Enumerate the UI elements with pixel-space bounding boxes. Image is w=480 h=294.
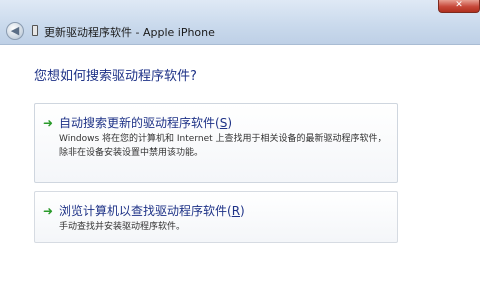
option-accelerator-key: R bbox=[231, 204, 241, 218]
option-title-end: ) bbox=[227, 116, 232, 130]
option-browse-computer-title: 浏览计算机以查找驱动程序软件(R) bbox=[59, 202, 245, 219]
option-auto-search[interactable]: ➜ 自动搜索更新的驱动程序软件(S) Windows 将在您的计算机和 Inte… bbox=[34, 103, 398, 183]
green-arrow-icon: ➜ bbox=[43, 116, 54, 130]
option-auto-search-title: 自动搜索更新的驱动程序软件(S) bbox=[59, 114, 232, 131]
phone-icon bbox=[32, 25, 38, 36]
option-title-end: ) bbox=[240, 204, 245, 218]
close-button[interactable]: ✕ bbox=[438, 0, 480, 13]
option-browse-computer[interactable]: ➜ 浏览计算机以查找驱动程序软件(R) 手动查找并安装驱动程序软件。 bbox=[34, 191, 398, 243]
option-title-text: 自动搜索更新的驱动程序软件( bbox=[59, 116, 220, 130]
option-title-text: 浏览计算机以查找驱动程序软件( bbox=[59, 204, 232, 218]
option-browse-computer-description: 手动查找并安装驱动程序软件。 bbox=[59, 222, 186, 232]
back-button[interactable]: ◀ bbox=[6, 22, 24, 40]
option-auto-search-description: Windows 将在您的计算机和 Internet 上查找用于相关设备的最新驱动… bbox=[59, 134, 387, 158]
green-arrow-icon: ➜ bbox=[43, 204, 54, 218]
window-title: 更新驱动程序软件 - Apple iPhone bbox=[44, 26, 215, 39]
dialog-content: 您想如何搜索驱动程序软件? ➜ 自动搜索更新的驱动程序软件(S) Windows… bbox=[0, 45, 480, 294]
page-question: 您想如何搜索驱动程序软件? bbox=[34, 69, 197, 84]
title-bar: ◀ 更新驱动程序软件 - Apple iPhone ✕ bbox=[0, 0, 480, 45]
